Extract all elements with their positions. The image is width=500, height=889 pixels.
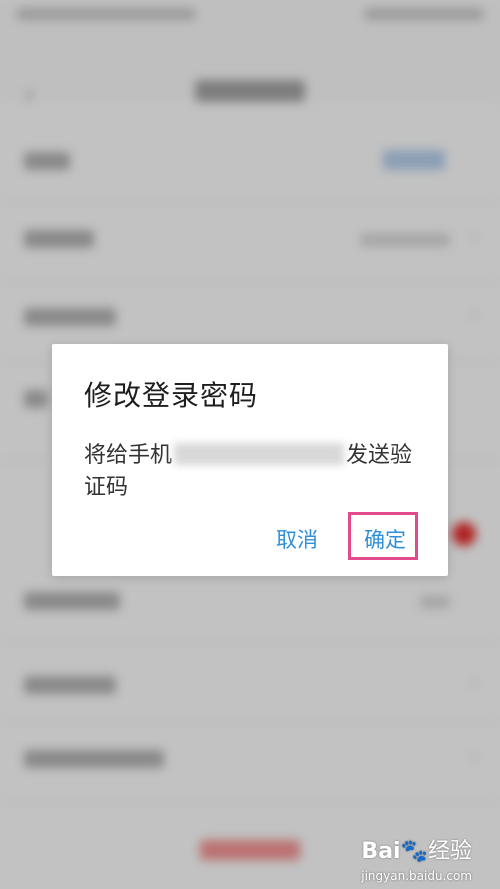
dialog-title: 修改登录密码	[84, 379, 259, 412]
confirm-button[interactable]: 确定	[364, 524, 406, 554]
message-suffix: 发送验	[346, 443, 413, 468]
cancel-button[interactable]: 取消	[276, 524, 318, 554]
masked-phone-number	[174, 443, 345, 465]
dialog-message: 将给手机 发送验 证码	[84, 440, 424, 504]
watermark-brand-suffix: 经验	[427, 839, 472, 864]
baidu-watermark: Bai🐾经验	[361, 833, 472, 865]
change-password-dialog: 修改登录密码 将给手机 发送验 证码 取消 确定	[52, 344, 448, 576]
paw-icon: 🐾	[400, 839, 428, 864]
message-prefix: 将给手机	[84, 443, 173, 468]
watermark-brand: Bai	[361, 839, 401, 864]
message-line2: 证码	[84, 475, 129, 500]
watermark-domain: jingyan.baidu.com	[361, 869, 472, 883]
